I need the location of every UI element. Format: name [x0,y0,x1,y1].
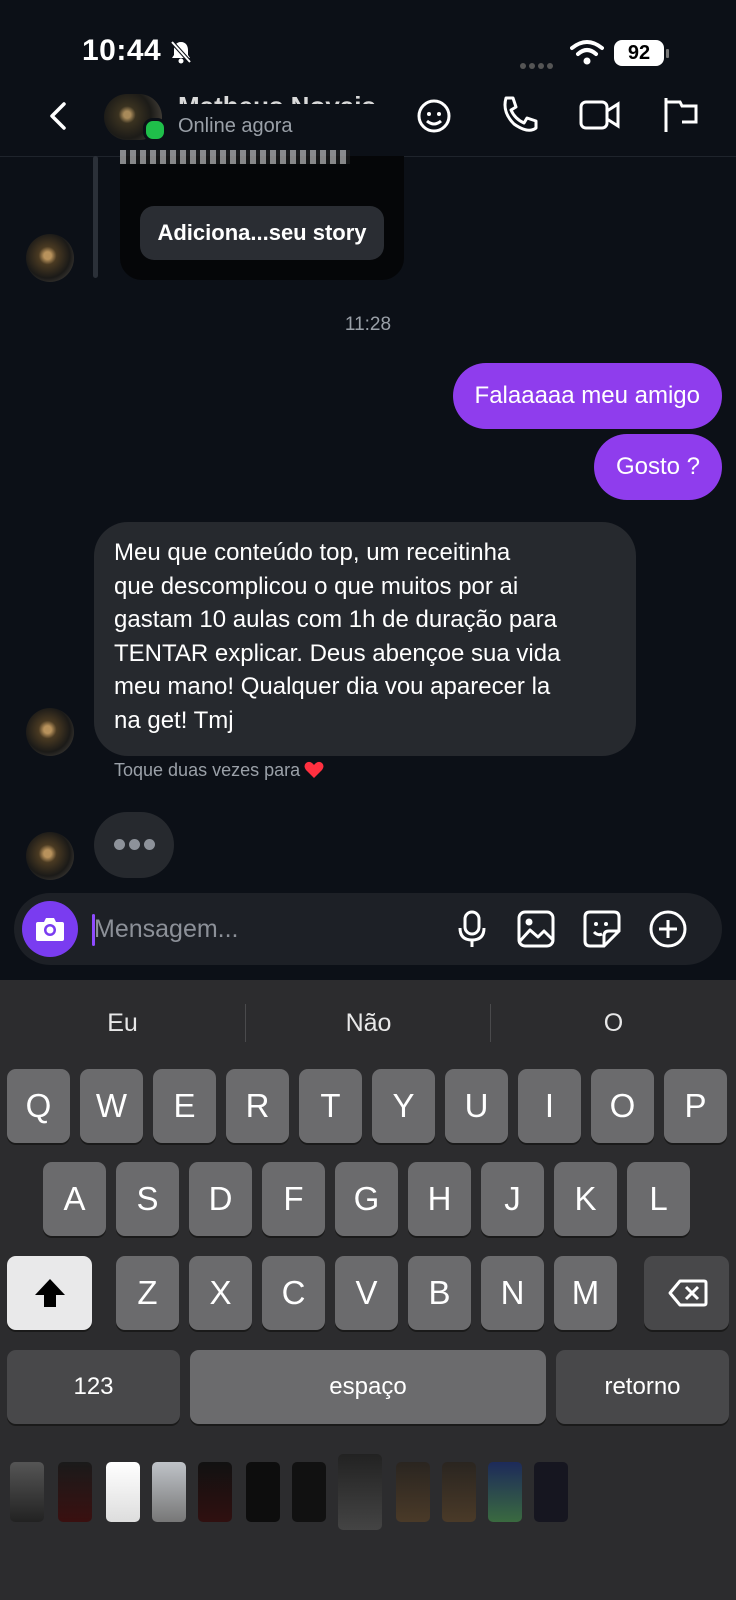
flag-icon[interactable] [660,94,702,136]
key-m[interactable]: M [554,1256,617,1330]
online-indicator [143,118,167,142]
photo-thumbnail[interactable] [246,1462,280,1522]
story-image-strip [120,150,350,164]
photo-thumbnail[interactable] [152,1462,186,1522]
key-x[interactable]: X [189,1256,252,1330]
key-r[interactable]: R [226,1069,289,1143]
key-j[interactable]: J [481,1162,544,1236]
key-h[interactable]: H [408,1162,471,1236]
photo-thumbnail[interactable] [10,1462,44,1522]
key-n[interactable]: N [481,1256,544,1330]
message-outgoing[interactable]: Gosto ? [593,434,722,500]
message-incoming[interactable]: Meu que conteúdo top, um receitinha que … [94,522,636,756]
contact-name[interactable]: Matheus Novais [178,84,376,104]
bell-muted-icon [170,40,192,64]
photo-thumbnail[interactable] [58,1462,92,1522]
key-a[interactable]: A [43,1162,106,1236]
key-o[interactable]: O [591,1069,654,1143]
key-d[interactable]: D [189,1162,252,1236]
sticker-icon[interactable] [582,909,622,949]
heart-icon [304,761,324,778]
camera-button[interactable] [22,901,78,957]
key-y[interactable]: Y [372,1069,435,1143]
key-g[interactable]: G [335,1162,398,1236]
typing-indicator [94,812,174,878]
key-t[interactable]: T [299,1069,362,1143]
camera-icon [36,918,64,941]
image-icon[interactable] [516,909,556,949]
shift-key[interactable] [7,1256,92,1330]
message-input[interactable] [94,906,424,952]
backspace-icon [668,1279,708,1307]
space-key[interactable]: espaço [190,1350,546,1424]
backspace-key[interactable] [644,1256,729,1330]
numbers-key[interactable]: 123 [7,1350,180,1424]
key-l[interactable]: L [627,1162,690,1236]
key-z[interactable]: Z [116,1256,179,1330]
avatar[interactable] [26,708,74,756]
avatar[interactable] [26,832,74,880]
photo-thumbnail[interactable] [198,1462,232,1522]
shift-arrow-icon [35,1279,65,1307]
story-label: Adiciona...seu story [140,206,384,260]
message-line: gastam 10 aulas com 1h de duração para [114,606,557,633]
photo-thumbnail[interactable] [338,1454,382,1530]
key-e[interactable]: E [153,1069,216,1143]
microphone-icon[interactable] [452,909,492,949]
suggestion-1[interactable]: Eu [0,995,245,1051]
wifi-icon [570,40,604,65]
message-line: TENTAR explicar. Deus abençoe sua vida [114,639,561,667]
key-s[interactable]: S [116,1162,179,1236]
photo-thumbnail[interactable] [442,1462,476,1522]
key-v[interactable]: V [335,1256,398,1330]
message-outgoing[interactable]: Falaaaaa meu amigo [452,363,722,429]
message-line: meu mano! Qualquer dia vou aparecer la [114,673,551,700]
key-u[interactable]: U [445,1069,508,1143]
key-i[interactable]: I [518,1069,581,1143]
return-key[interactable]: retorno [556,1350,729,1424]
sticker-face-icon[interactable] [414,94,456,136]
suggestion-2[interactable]: Não [246,995,491,1051]
photo-thumbnail[interactable] [106,1462,140,1522]
avatar[interactable] [26,234,74,282]
timestamp: 11:28 [344,314,392,335]
message-line: Meu que conteúdo top, um receitinha [114,539,511,566]
photo-thumbnail[interactable] [488,1462,522,1522]
double-tap-hint: Toque duas vezes para [114,760,324,781]
video-icon[interactable] [578,94,620,136]
key-b[interactable]: B [408,1256,471,1330]
phone-icon[interactable] [498,94,540,136]
message-line: que descomplicou o que muitos por ai [114,572,519,600]
status-time: 10:44 [82,34,162,67]
suggestion-3[interactable]: O [491,995,736,1051]
message-line: na get! Tmj [114,706,234,734]
photo-thumbnail[interactable] [534,1462,568,1522]
story-reply-line [93,156,98,278]
contact-status: Online agora [178,115,293,137]
signal-dots [520,56,556,74]
photo-thumbnail[interactable] [396,1462,430,1522]
hint-text: Toque duas vezes para [114,760,301,780]
key-p[interactable]: P [664,1069,727,1143]
photo-thumbnail[interactable] [292,1462,326,1522]
plus-circle-icon[interactable] [648,909,688,949]
key-f[interactable]: F [262,1162,325,1236]
key-k[interactable]: K [554,1162,617,1236]
chevron-left-icon[interactable] [44,96,72,136]
battery-indicator: 92 [614,40,669,66]
key-q[interactable]: Q [7,1069,70,1143]
key-w[interactable]: W [80,1069,143,1143]
key-c[interactable]: C [262,1256,325,1330]
